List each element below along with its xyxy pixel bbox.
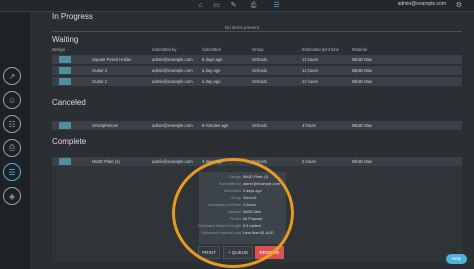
design-thumbnail (59, 67, 71, 74)
design-thumbnail (59, 158, 71, 165)
design-thumbnail (59, 122, 71, 129)
print-time: 11 hours (302, 79, 318, 84)
home-icon[interactable]: ⌂ (196, 1, 205, 10)
submitted-by: admin@example.com (152, 57, 193, 62)
design-thumbnail (59, 56, 71, 63)
submitted: a day ago (202, 79, 221, 84)
table-row[interactable]: Guitar 2 admin@example.com a day ago Sch… (52, 77, 462, 87)
col-submitted-by: Submitted by (152, 47, 177, 52)
material: Mk3D Max (352, 68, 373, 73)
gear-icon[interactable]: ⚙ (456, 1, 462, 9)
submitted-by: admin@example.com (152, 68, 193, 73)
group: School1 (252, 79, 268, 84)
sidebar: ↗ ☺ ☷ ⎙ ☰ ◈ (0, 12, 30, 269)
material: Mk3D Max (352, 159, 373, 164)
printer-icon[interactable]: ⎙ (249, 1, 258, 10)
col-design: Design (52, 47, 66, 52)
queue-icon[interactable]: ☰ (272, 1, 281, 10)
submitted-by: admin@example.com (152, 159, 193, 164)
submitted-by: admin@example.com (152, 79, 193, 84)
material: Mk3D Max (352, 57, 373, 62)
design-thumbnail (59, 78, 71, 85)
tray-icon[interactable]: ▭ (212, 1, 221, 10)
submitted: 6 minutes ago (202, 123, 229, 128)
help-button[interactable]: Help (446, 254, 467, 264)
design-name: Octosphenoer (92, 123, 119, 128)
highlight-circle (172, 158, 294, 268)
user-email[interactable]: admin@example.com (398, 1, 446, 7)
chart-icon[interactable]: ↗ (3, 67, 21, 85)
design-name: Square Pencil Holder (92, 57, 132, 62)
top-bar: ⌂ ▭ ✎ ⎙ ☰ admin@example.com ⚙ (0, 0, 474, 12)
print-time: 11 hours (302, 68, 318, 73)
col-material: Material (352, 47, 367, 52)
print-time: 4 hours (302, 123, 316, 128)
material: Mk3D Max (352, 79, 373, 84)
canceled-title: Canceled (52, 98, 86, 107)
submitted: 5 days ago (202, 57, 223, 62)
group: School1 (252, 57, 268, 62)
help-label: Help (451, 256, 462, 261)
group-icon[interactable]: ☷ (3, 115, 21, 133)
in-progress-title: In Progress (52, 12, 93, 21)
col-group: Group (252, 47, 264, 52)
group: School1 (252, 123, 268, 128)
layers-icon[interactable]: ◈ (3, 187, 21, 205)
print-time: 11 hours (302, 57, 318, 62)
submitted-by: admin@example.com (152, 123, 193, 128)
design-name: Guitar 3 (92, 68, 107, 73)
table-row[interactable]: Square Pencil Holder admin@example.com 5… (52, 55, 462, 65)
col-submitted: Submitted (202, 47, 221, 52)
print-time: 2 hours (302, 159, 316, 164)
user-icon[interactable]: ☺ (3, 91, 21, 109)
submitted: a day ago (202, 68, 221, 73)
printer-icon[interactable]: ⎙ (3, 139, 21, 157)
group: School1 (252, 68, 268, 73)
complete-title: Complete (52, 137, 87, 146)
col-print-time: Estimated print time (302, 47, 340, 52)
table-row[interactable]: Guitar 3 admin@example.com a day ago Sch… (52, 66, 462, 76)
waiting-title: Waiting (52, 35, 79, 44)
material: Mk3D Max (352, 123, 373, 128)
design-name: Guitar 2 (92, 79, 107, 84)
tools-icon[interactable]: ✎ (229, 1, 238, 10)
table-row[interactable]: Octosphenoer admin@example.com 6 minutes… (52, 121, 462, 131)
empty-note: No items present (225, 25, 260, 30)
list-icon[interactable]: ☰ (3, 163, 21, 181)
design-name: Mk3D Plate (1) (92, 159, 120, 164)
divider (52, 31, 462, 32)
